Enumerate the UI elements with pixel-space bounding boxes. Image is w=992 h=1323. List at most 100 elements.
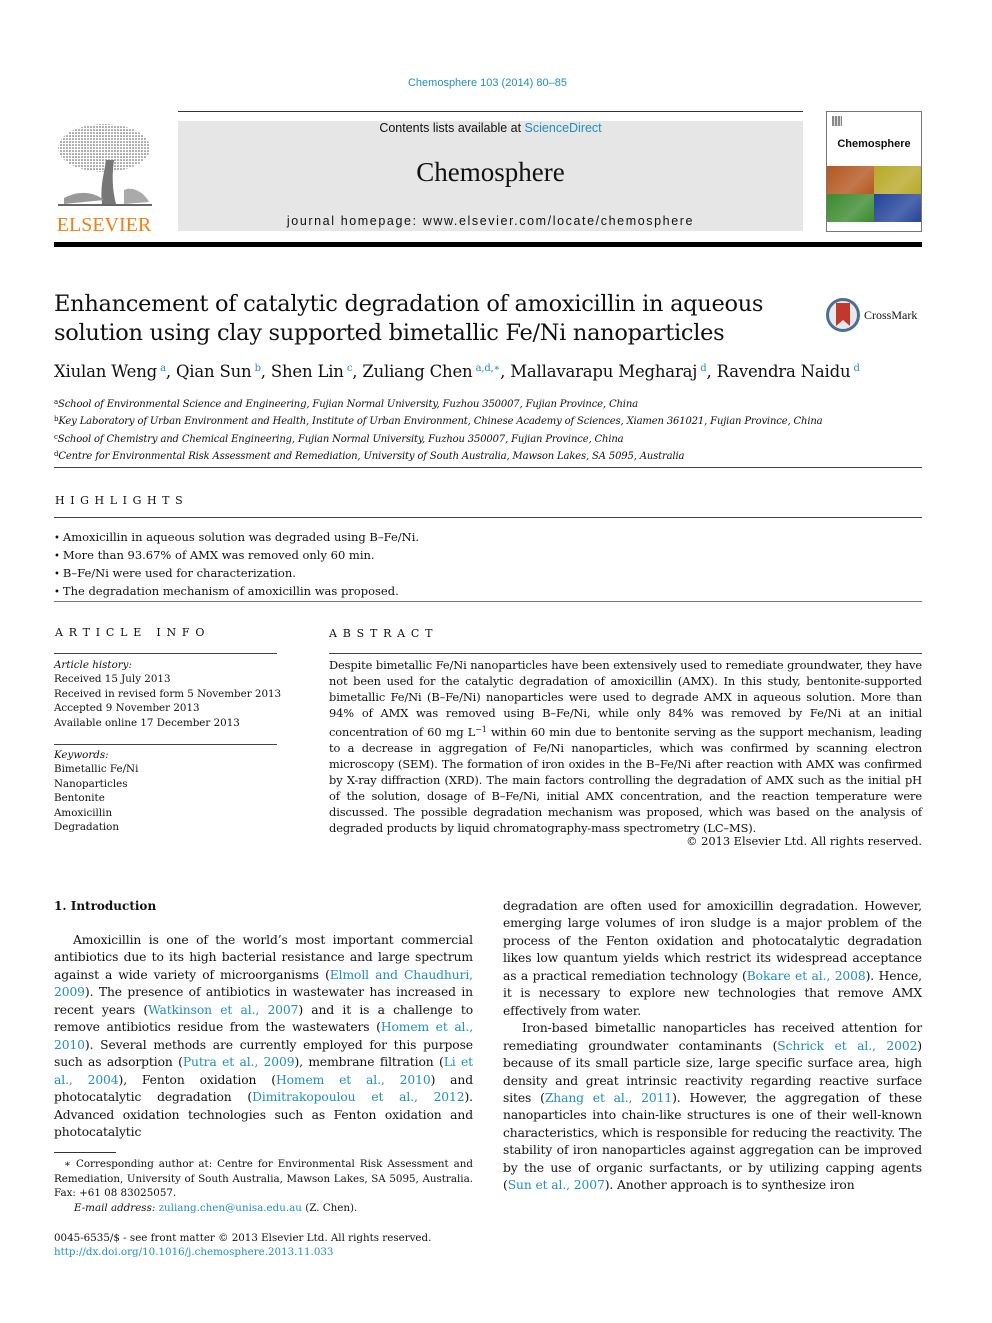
author[interactable]: Zuliang Chen a,d,∗	[362, 362, 500, 381]
elsevier-logo: ELSEVIER	[54, 120, 154, 236]
author-name: Ravendra Naidu	[716, 362, 851, 381]
abstract-copyright: © 2013 Elsevier Ltd. All rights reserved…	[686, 834, 922, 848]
front-matter-text: 0045-6535/$ - see front matter © 2013 El…	[54, 1232, 432, 1244]
affiliation-text: School of Environmental Science and Engi…	[58, 399, 638, 410]
citation-link[interactable]: Zhang et al., 2011	[545, 1091, 672, 1105]
keywords: Keywords: Bimetallic Fe/Ni Nanoparticles…	[54, 748, 284, 834]
contents-available-line: Contents lists available at ScienceDirec…	[178, 121, 803, 135]
corresponding-author-footnote: ∗ Corresponding author at: Centre for En…	[54, 1157, 473, 1215]
keywords-label: Keywords:	[54, 749, 109, 761]
author[interactable]: Xiulan Weng a	[54, 362, 166, 381]
crossmark-badge[interactable]: CrossMark	[826, 298, 926, 334]
highlight-item: Amoxicillin in aqueous solution was degr…	[54, 529, 922, 547]
author-name: Zuliang Chen	[362, 362, 473, 381]
abstract-text-part: within 60 min due to bentonite serving a…	[329, 724, 922, 835]
author-affiliation-marker[interactable]: a,d,∗	[476, 363, 501, 374]
article-history: Article history: Received 15 July 2013 R…	[54, 658, 284, 730]
author-affiliation-marker[interactable]: b	[255, 363, 261, 374]
author-name: Shen Lin	[270, 362, 344, 381]
keyword-item: Bimetallic Fe/Ni	[54, 763, 139, 776]
section-divider	[54, 653, 277, 654]
body-paragraph: Amoxicillin is one of the world’s most i…	[54, 932, 473, 1141]
author-name: Mallavarapu Megharaj	[510, 362, 698, 381]
author-list: Xiulan Weng a, Qian Sun b, Shen Lin c, Z…	[54, 362, 860, 381]
citation-link[interactable]: Bokare et al., 2008	[747, 969, 866, 983]
history-item: Accepted 9 November 2013	[54, 702, 200, 715]
affiliation: bKey Laboratory of Urban Environment and…	[54, 412, 934, 429]
history-item: Received 15 July 2013	[54, 673, 171, 686]
citation-link[interactable]: Sun et al., 2007	[508, 1178, 605, 1192]
affiliation: cSchool of Chemistry and Chemical Engine…	[54, 430, 934, 447]
email-link[interactable]: zuliang.chen@unisa.edu.au	[159, 1202, 302, 1214]
doi-link[interactable]: http://dx.doi.org/10.1016/j.chemosphere.…	[54, 1245, 554, 1259]
author-name: Qian Sun	[175, 362, 252, 381]
cover-tile-orange	[827, 166, 874, 194]
header-rule	[178, 111, 803, 112]
author[interactable]: Qian Sun b	[176, 362, 261, 381]
elsevier-wordmark: ELSEVIER	[56, 214, 152, 236]
citation-link[interactable]: Watkinson et al., 2007	[148, 1003, 298, 1017]
highlight-item: The degradation mechanism of amoxicillin…	[54, 583, 922, 601]
section-divider	[329, 653, 922, 654]
crossmark-icon	[826, 298, 860, 332]
affiliation: dCentre for Environmental Risk Assessmen…	[54, 447, 934, 464]
article-info-heading: ARTICLE INFO	[55, 626, 211, 639]
crossmark-label: CrossMark	[864, 308, 918, 322]
citation-link[interactable]: Putra et al., 2009	[183, 1055, 295, 1069]
keyword-item: Bentonite	[54, 792, 105, 805]
author[interactable]: Ravendra Naidu d	[717, 362, 860, 381]
front-matter: 0045-6535/$ - see front matter © 2013 El…	[54, 1231, 554, 1259]
citation-link[interactable]: Homem et al., 2010	[276, 1073, 431, 1087]
journal-cover-thumbnail[interactable]: Chemosphere	[826, 111, 922, 232]
email-line: E-mail address: zuliang.chen@unisa.edu.a…	[54, 1201, 473, 1216]
journal-homepage[interactable]: journal homepage: www.elsevier.com/locat…	[178, 214, 803, 228]
affiliation-text: Key Laboratory of Urban Environment and …	[58, 416, 823, 428]
paragraph-text: ), Fenton oxidation (	[118, 1072, 277, 1087]
cover-tile-yellow	[874, 166, 921, 194]
body-paragraph: Iron-based bimetallic nanoparticles has …	[503, 1020, 922, 1195]
sciencedirect-link[interactable]: ScienceDirect	[525, 121, 602, 135]
citation-link[interactable]: Dimitrakopoulou et al., 2012	[252, 1090, 464, 1104]
highlight-item: More than 93.67% of AMX was removed only…	[54, 547, 922, 565]
body-paragraph: degradation are often used for amoxicill…	[503, 898, 922, 1020]
section-divider	[54, 517, 922, 518]
author-affiliation-marker[interactable]: d	[854, 363, 860, 374]
author-affiliation-marker[interactable]: d	[700, 363, 706, 374]
affiliation-text: Centre for Environmental Risk Assessment…	[58, 450, 685, 462]
keyword-item: Nanoparticles	[54, 777, 128, 790]
author[interactable]: Shen Lin c	[270, 362, 353, 381]
cover-tile-blue	[874, 194, 921, 222]
highlight-item: B–Fe/Ni were used for characterization.	[54, 565, 922, 583]
author-name: Xiulan Weng	[54, 362, 158, 381]
journal-masthead: Contents lists available at ScienceDirec…	[178, 121, 803, 231]
cover-tile-green	[827, 194, 874, 222]
article-title: Enhancement of catalytic degradation of …	[54, 291, 764, 346]
article-history-label: Article history:	[54, 659, 132, 671]
corresponding-author-note: ∗ Corresponding author at: Centre for En…	[54, 1158, 473, 1199]
email-label: E-mail address:	[74, 1201, 156, 1214]
abstract-heading: ABSTRACT	[329, 627, 439, 640]
paragraph-text: ). Another approach is to synthesize iro…	[604, 1178, 855, 1193]
header-thick-rule	[54, 242, 922, 247]
paragraph-text: ), membrane filtration (	[294, 1055, 444, 1070]
introduction-heading: 1. Introduction	[54, 899, 157, 913]
body-column-left: Amoxicillin is one of the world’s most i…	[54, 932, 473, 1141]
footnote-rule	[54, 1152, 116, 1153]
history-item: Available online 17 December 2013	[54, 716, 240, 729]
affiliation-list: aSchool of Environmental Science and Eng…	[54, 395, 934, 464]
affiliation: aSchool of Environmental Science and Eng…	[54, 395, 934, 412]
history-item: Received in revised form 5 November 2013	[54, 687, 282, 700]
abstract-superscript: −1	[475, 724, 487, 734]
body-column-right: degradation are often used for amoxicill…	[503, 898, 922, 1195]
elsevier-tree-icon	[58, 124, 152, 206]
author-affiliation-marker[interactable]: c	[347, 363, 353, 374]
citation-link[interactable]: Schrick et al., 2002	[777, 1039, 917, 1053]
section-divider	[54, 467, 922, 468]
section-divider	[54, 601, 922, 602]
author[interactable]: Mallavarapu Megharaj d	[510, 362, 706, 381]
journal-name: Chemosphere	[416, 157, 565, 187]
author-affiliation-marker[interactable]: a	[160, 363, 166, 374]
journal-reference-link[interactable]: Chemosphere 103 (2014) 80–85	[0, 77, 975, 89]
abstract-text: Despite bimetallic Fe/Ni nanoparticles h…	[329, 658, 922, 836]
highlights-list: Amoxicillin in aqueous solution was degr…	[54, 529, 922, 601]
